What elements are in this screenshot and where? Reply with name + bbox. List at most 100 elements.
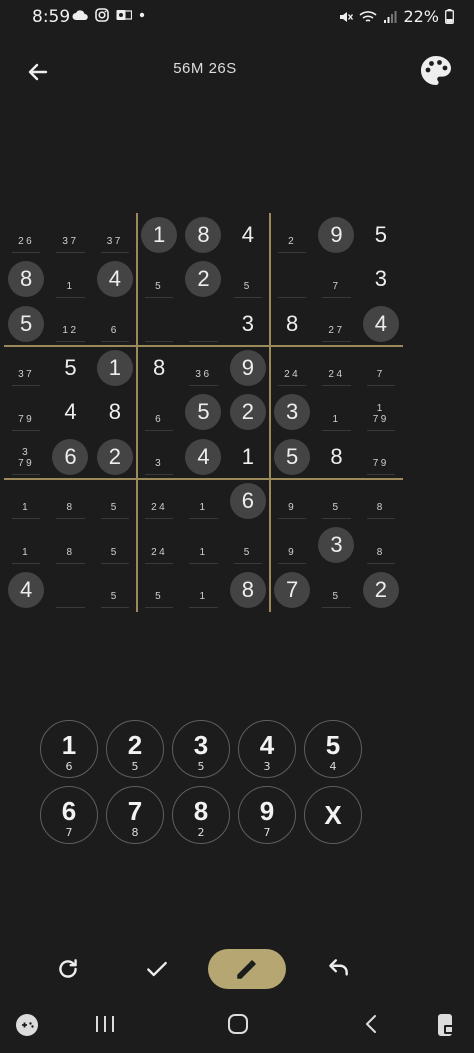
grid-cell-r3c4[interactable] — [137, 302, 181, 346]
grid-cell-r4c7[interactable]: 24 — [270, 346, 314, 390]
grid-cell-r8c9[interactable]: 8 — [359, 523, 403, 567]
grid-cell-r3c6[interactable]: 3 — [226, 302, 270, 346]
number-button-2[interactable]: 25 — [106, 720, 164, 778]
grid-cell-r7c2[interactable]: 8 — [48, 479, 92, 523]
grid-cell-r6c9[interactable]: 79 — [359, 435, 403, 479]
grid-cell-r3c1[interactable]: 5 — [4, 302, 48, 346]
grid-cell-r5c6[interactable]: 2 — [226, 390, 270, 434]
grid-cell-r7c4[interactable]: 24 — [137, 479, 181, 523]
restart-button[interactable] — [48, 949, 88, 989]
erase-button[interactable]: X — [304, 786, 362, 844]
grid-cell-r8c3[interactable]: 5 — [93, 523, 137, 567]
grid-cell-r1c1[interactable]: 26 — [4, 213, 48, 257]
grid-cell-r8c6[interactable]: 5 — [226, 523, 270, 567]
grid-cell-r9c6[interactable]: 8 — [226, 568, 270, 612]
grid-cell-r9c3[interactable]: 5 — [93, 568, 137, 612]
grid-cell-r1c9[interactable]: 5 — [359, 213, 403, 257]
grid-cell-r5c1[interactable]: 79 — [4, 390, 48, 434]
back-button[interactable] — [22, 56, 54, 88]
grid-cell-r2c6[interactable]: 5 — [226, 257, 270, 301]
grid-cell-r2c5[interactable]: 2 — [181, 257, 225, 301]
number-button-3[interactable]: 35 — [172, 720, 230, 778]
grid-cell-r6c7[interactable]: 5 — [270, 435, 314, 479]
number-button-6[interactable]: 67 — [40, 786, 98, 844]
game-launcher-button[interactable] — [14, 1012, 40, 1042]
grid-cell-r4c8[interactable]: 24 — [314, 346, 358, 390]
grid-cell-r6c1[interactable]: 3 79 — [4, 435, 48, 479]
grid-cell-r1c5[interactable]: 8 — [181, 213, 225, 257]
grid-cell-r7c8[interactable]: 5 — [314, 479, 358, 523]
grid-cell-r1c2[interactable]: 37 — [48, 213, 92, 257]
grid-cell-r2c9[interactable]: 3 — [359, 257, 403, 301]
home-button[interactable] — [226, 1013, 250, 1039]
grid-cell-r4c5[interactable]: 36 — [181, 346, 225, 390]
grid-cell-r9c4[interactable]: 5 — [137, 568, 181, 612]
grid-cell-r9c7[interactable]: 7 — [270, 568, 314, 612]
grid-cell-r8c8[interactable]: 3 — [314, 523, 358, 567]
grid-cell-r6c8[interactable]: 8 — [314, 435, 358, 479]
number-button-7[interactable]: 78 — [106, 786, 164, 844]
grid-cell-r4c9[interactable]: 7 — [359, 346, 403, 390]
number-button-5[interactable]: 54 — [304, 720, 362, 778]
grid-cell-r2c4[interactable]: 5 — [137, 257, 181, 301]
grid-cell-r4c2[interactable]: 5 — [48, 346, 92, 390]
grid-cell-r9c8[interactable]: 5 — [314, 568, 358, 612]
grid-cell-r8c2[interactable]: 8 — [48, 523, 92, 567]
grid-cell-r8c1[interactable]: 1 — [4, 523, 48, 567]
grid-cell-r4c1[interactable]: 37 — [4, 346, 48, 390]
grid-cell-r2c8[interactable]: 7 — [314, 257, 358, 301]
grid-cell-r3c5[interactable] — [181, 302, 225, 346]
undo-button[interactable] — [318, 949, 358, 989]
grid-cell-r7c1[interactable]: 1 — [4, 479, 48, 523]
grid-cell-r1c3[interactable]: 37 — [93, 213, 137, 257]
grid-cell-r5c3[interactable]: 8 — [93, 390, 137, 434]
grid-cell-r5c8[interactable]: 1 — [314, 390, 358, 434]
grid-cell-r4c3[interactable]: 1 — [93, 346, 137, 390]
grid-cell-r9c1[interactable]: 4 — [4, 568, 48, 612]
theme-button[interactable] — [418, 53, 454, 89]
grid-cell-r6c3[interactable]: 2 — [93, 435, 137, 479]
grid-cell-r4c4[interactable]: 8 — [137, 346, 181, 390]
grid-cell-r5c4[interactable]: 6 — [137, 390, 181, 434]
grid-cell-r2c7[interactable] — [270, 257, 314, 301]
grid-cell-r2c3[interactable]: 4 — [93, 257, 137, 301]
grid-cell-r7c3[interactable]: 5 — [93, 479, 137, 523]
grid-cell-r1c4[interactable]: 1 — [137, 213, 181, 257]
grid-cell-r6c5[interactable]: 4 — [181, 435, 225, 479]
grid-cell-r6c2[interactable]: 6 — [48, 435, 92, 479]
grid-cell-r9c5[interactable]: 1 — [181, 568, 225, 612]
grid-cell-r2c1[interactable]: 8 — [4, 257, 48, 301]
grid-cell-r7c7[interactable]: 9 — [270, 479, 314, 523]
grid-cell-r6c4[interactable]: 3 — [137, 435, 181, 479]
grid-cell-r5c7[interactable]: 3 — [270, 390, 314, 434]
grid-cell-r7c6[interactable]: 6 — [226, 479, 270, 523]
number-button-9[interactable]: 97 — [238, 786, 296, 844]
number-button-8[interactable]: 82 — [172, 786, 230, 844]
grid-cell-r3c3[interactable]: 6 — [93, 302, 137, 346]
grid-cell-r9c9[interactable]: 2 — [359, 568, 403, 612]
grid-cell-r2c2[interactable]: 1 — [48, 257, 92, 301]
grid-cell-r5c5[interactable]: 5 — [181, 390, 225, 434]
grid-cell-r1c6[interactable]: 4 — [226, 213, 270, 257]
grid-cell-r8c4[interactable]: 24 — [137, 523, 181, 567]
grid-cell-r7c9[interactable]: 8 — [359, 479, 403, 523]
grid-cell-r8c7[interactable]: 9 — [270, 523, 314, 567]
check-button[interactable] — [137, 949, 177, 989]
number-button-4[interactable]: 43 — [238, 720, 296, 778]
number-button-1[interactable]: 16 — [40, 720, 98, 778]
grid-cell-r5c2[interactable]: 4 — [48, 390, 92, 434]
grid-cell-r7c5[interactable]: 1 — [181, 479, 225, 523]
grid-cell-r4c6[interactable]: 9 — [226, 346, 270, 390]
accessibility-button[interactable] — [434, 1012, 458, 1042]
grid-cell-r3c9[interactable]: 4 — [359, 302, 403, 346]
grid-cell-r1c7[interactable]: 2 — [270, 213, 314, 257]
notes-mode-button[interactable] — [208, 949, 286, 989]
grid-cell-r9c2[interactable] — [48, 568, 92, 612]
recent-apps-button[interactable] — [93, 1014, 117, 1038]
grid-cell-r5c9[interactable]: 1 79 — [359, 390, 403, 434]
grid-cell-r3c2[interactable]: 12 — [48, 302, 92, 346]
grid-cell-r6c6[interactable]: 1 — [226, 435, 270, 479]
grid-cell-r1c8[interactable]: 9 — [314, 213, 358, 257]
grid-cell-r8c5[interactable]: 1 — [181, 523, 225, 567]
grid-cell-r3c8[interactable]: 27 — [314, 302, 358, 346]
